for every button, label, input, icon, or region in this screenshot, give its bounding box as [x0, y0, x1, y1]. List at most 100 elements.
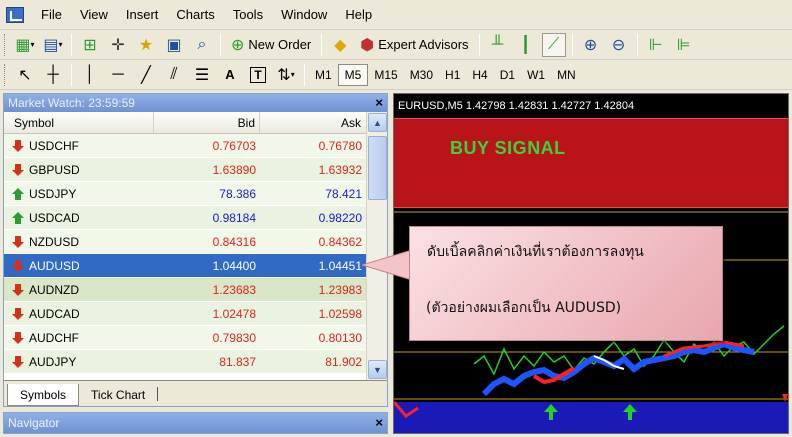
- symbol-label: NZDUSD: [29, 234, 79, 249]
- table-row[interactable]: USDJPY 78.386 78.421: [4, 182, 366, 206]
- column-header-symbol[interactable]: Symbol: [4, 112, 154, 133]
- navigator-icon[interactable]: ★: [134, 33, 158, 57]
- tab-symbols[interactable]: Symbols: [7, 384, 80, 406]
- crosshair-icon[interactable]: ┼: [41, 63, 65, 87]
- ask-cell: 0.76780: [318, 139, 362, 153]
- timeframe-m1[interactable]: M1: [309, 64, 338, 86]
- toolbar-separator: [71, 63, 72, 86]
- auto-scroll-icon[interactable]: ⊩: [644, 33, 668, 57]
- scroll-down-icon[interactable]: ▼: [368, 360, 387, 379]
- table-row[interactable]: GBPUSD 1.63890 1.63932: [4, 158, 366, 182]
- timeframe-m15[interactable]: M15: [368, 64, 403, 86]
- tab-separator: [157, 387, 159, 401]
- timeframe-m30[interactable]: M30: [404, 64, 439, 86]
- line-chart-icon[interactable]: ⟋: [541, 32, 566, 57]
- new-order-icon: ⊕: [231, 36, 245, 54]
- table-row[interactable]: AUDJPY 81.837 81.902: [4, 350, 366, 374]
- column-header-ask[interactable]: Ask: [260, 112, 365, 133]
- text-label-tool-icon[interactable]: T: [246, 63, 270, 87]
- arrows-tool-icon[interactable]: ⇅ ▾: [274, 63, 298, 87]
- table-row[interactable]: AUDUSD 1.04400 1.04451: [4, 254, 366, 278]
- market-watch-icon[interactable]: ⊞: [78, 33, 102, 57]
- symbol-label: GBPUSD: [29, 162, 80, 177]
- ask-cell: 1.23983: [318, 283, 362, 297]
- metaeditor-icon[interactable]: ◆: [328, 33, 352, 57]
- zoom-out-icon[interactable]: ⊖: [607, 33, 631, 57]
- bar-chart-icon[interactable]: ╨: [486, 33, 510, 57]
- buy-arrow-icon: [544, 404, 558, 412]
- table-row[interactable]: NZDUSD 0.84316 0.84362: [4, 230, 366, 254]
- menu-tools[interactable]: Tools: [224, 4, 272, 26]
- buy-arrow-icon: [549, 412, 553, 420]
- bid-cell: 0.76703: [212, 139, 256, 153]
- close-icon[interactable]: ×: [375, 413, 383, 433]
- tab-tick-chart[interactable]: Tick Chart: [79, 384, 157, 406]
- chart-shift-icon[interactable]: ⊫: [672, 33, 696, 57]
- bid-cell: 0.84316: [212, 235, 256, 249]
- text-tool-icon[interactable]: A: [218, 63, 242, 87]
- candlestick-icon[interactable]: ┃: [514, 33, 538, 57]
- arrow-down-icon: [12, 355, 24, 368]
- arrow-down-icon: [12, 235, 24, 248]
- new-chart-icon[interactable]: ▦ ▾: [13, 33, 37, 57]
- toolbar-separator: [71, 33, 72, 56]
- menu-help[interactable]: Help: [336, 4, 381, 26]
- zoom-in-icon[interactable]: ⊕: [579, 33, 603, 57]
- scroll-thumb[interactable]: [368, 136, 387, 200]
- data-window-icon[interactable]: ✛: [106, 33, 130, 57]
- timeframe-mn[interactable]: MN: [551, 64, 582, 86]
- toolbar-grip[interactable]: [4, 63, 7, 86]
- terminal-icon[interactable]: ▣: [162, 33, 186, 57]
- timeframe-h1[interactable]: H1: [439, 64, 466, 86]
- drawing-toolbar: ↖ ┼ │ ─ ╱ ⫽ ☰ A T ⇅ ▾ M1 M5 M15 M30 H1 H4…: [0, 60, 792, 90]
- callout-text-line1: ดับเบิ้ลคลิกค่าเงินที่เราต้องการลงทุน: [427, 244, 644, 260]
- symbol-cell: AUDJPY: [4, 350, 154, 373]
- expert-advisors-button[interactable]: ⬢ Expert Advisors: [356, 33, 472, 57]
- symbol-label: AUDCAD: [29, 306, 80, 321]
- ask-cell: 0.80130: [318, 331, 362, 345]
- timeframe-d1[interactable]: D1: [494, 64, 521, 86]
- column-header-bid[interactable]: Bid: [154, 112, 260, 133]
- menu-view[interactable]: View: [71, 4, 117, 26]
- menu-charts[interactable]: Charts: [167, 4, 223, 26]
- expert-advisors-label: Expert Advisors: [378, 37, 469, 52]
- timeframe-w1[interactable]: W1: [521, 64, 551, 86]
- table-row[interactable]: AUDCAD 1.02478 1.02598: [4, 302, 366, 326]
- navigator-title-bar[interactable]: Navigator ×: [3, 412, 388, 434]
- vertical-line-icon[interactable]: │: [78, 63, 102, 87]
- ask-cell: 0.98220: [318, 211, 362, 225]
- symbol-cell: GBPUSD: [4, 158, 154, 181]
- channel-icon[interactable]: ⫽: [162, 63, 186, 87]
- menu-file[interactable]: File: [32, 4, 71, 26]
- menu-window[interactable]: Window: [272, 4, 336, 26]
- table-row[interactable]: USDCHF 0.76703 0.76780: [4, 134, 366, 158]
- profiles-icon[interactable]: ▤ ▾: [41, 33, 65, 57]
- table-row[interactable]: AUDNZD 1.23683 1.23983: [4, 278, 366, 302]
- arrow-down-icon: [12, 307, 24, 320]
- symbol-label: AUDUSD: [29, 258, 80, 273]
- toolbar-grip[interactable]: [4, 33, 7, 56]
- arrow-up-icon: [12, 187, 24, 200]
- symbol-cell: USDCAD: [4, 206, 154, 229]
- cursor-icon[interactable]: ↖: [13, 63, 37, 87]
- new-order-button[interactable]: ⊕ New Order: [227, 33, 315, 57]
- symbol-cell: AUDCAD: [4, 302, 154, 325]
- standard-toolbar: ▦ ▾ ▤ ▾ ⊞ ✛ ★ ▣ ⌕ ⊕ New Order ◆ ⬢ Expert Adv…: [0, 30, 792, 60]
- market-watch-tabs: Symbols Tick Chart: [4, 380, 387, 406]
- toolbar-separator: [478, 33, 480, 56]
- table-row[interactable]: USDCAD 0.98184 0.98220: [4, 206, 366, 230]
- menu-insert[interactable]: Insert: [117, 4, 168, 26]
- strategy-tester-icon[interactable]: ⌕: [190, 33, 214, 57]
- close-icon[interactable]: ×: [375, 94, 383, 112]
- timeframe-h4[interactable]: H4: [466, 64, 493, 86]
- table-row[interactable]: AUDCHF 0.79830 0.80130: [4, 326, 366, 350]
- symbol-label: AUDNZD: [29, 282, 79, 297]
- timeframe-m5[interactable]: M5: [337, 63, 369, 86]
- market-watch-scrollbar[interactable]: ▲ ▼: [366, 112, 387, 380]
- symbol-cell: AUDCHF: [4, 326, 154, 349]
- scroll-up-icon[interactable]: ▲: [368, 113, 387, 132]
- fibonacci-icon[interactable]: ☰: [190, 63, 214, 87]
- horizontal-line-icon[interactable]: ─: [106, 63, 130, 87]
- symbol-cell: AUDUSD: [4, 254, 154, 277]
- trendline-icon[interactable]: ╱: [134, 63, 158, 87]
